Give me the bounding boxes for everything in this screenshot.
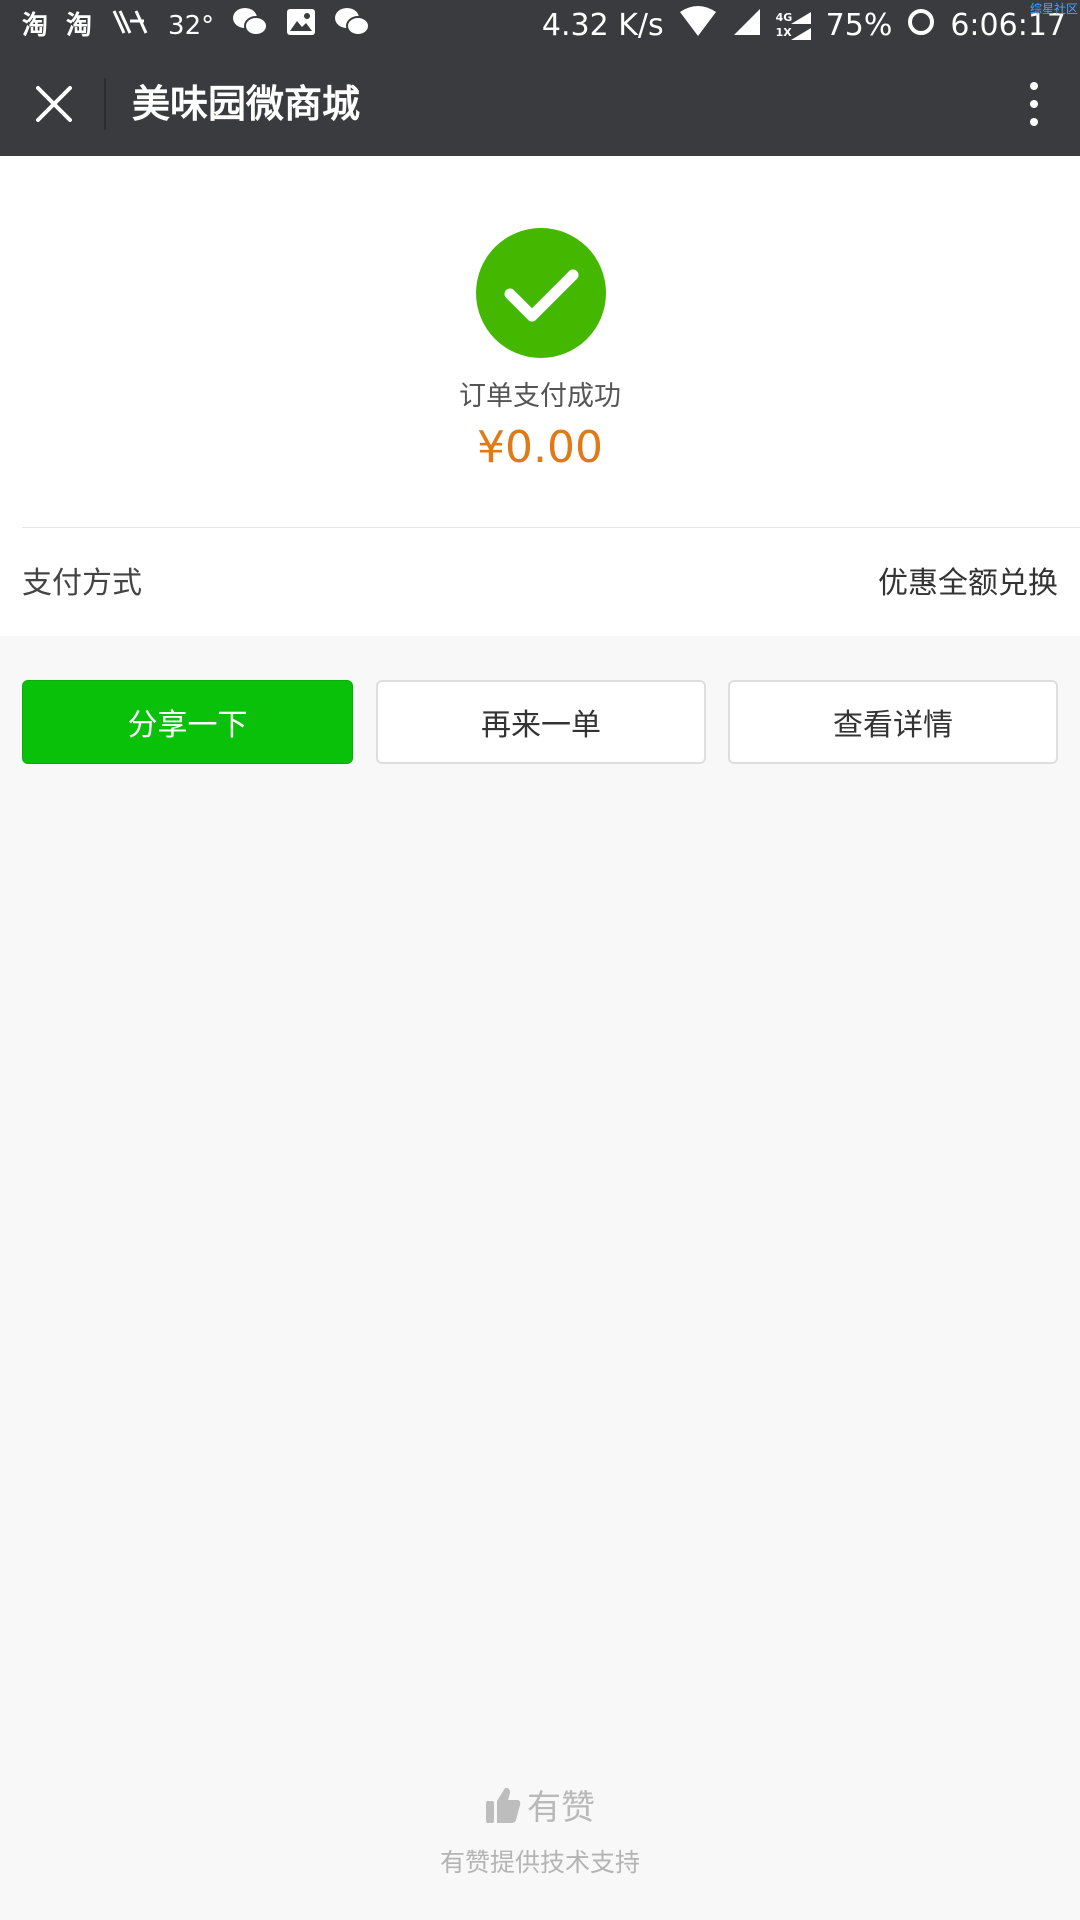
wifi-icon (678, 6, 718, 46)
wechat-icon (232, 7, 269, 45)
taobao-icon: 淘 (22, 11, 49, 41)
payment-method-label: 支付方式 (22, 566, 142, 601)
footer-brand-name: 有赞 (527, 1788, 595, 1828)
footer-brand[interactable]: 有赞 (0, 1780, 1080, 1829)
page-title: 美味园微商城 (132, 82, 361, 126)
order-result-panel: 订单支付成功 ¥0.00 支付方式 优惠全额兑换 (0, 156, 1080, 636)
title-bar: 美味园微商城 (0, 52, 1080, 156)
close-button[interactable] (28, 78, 80, 130)
status-bar: 淘 淘 32° 4.32 K/s 4G 1X 75% 6:06:17 综星社区 (0, 0, 1080, 52)
order-status-text: 订单支付成功 (459, 381, 621, 412)
taobao-icon: 淘 (66, 11, 93, 41)
payment-method-value: 优惠全额兑换 (878, 566, 1058, 601)
loading-icon (906, 7, 936, 45)
divider (22, 527, 1080, 528)
share-button[interactable]: 分享一下 (22, 680, 353, 764)
close-icon (36, 86, 72, 122)
status-bar-left: 淘 淘 32° (22, 0, 371, 52)
watermark: 综星社区 (1029, 2, 1078, 16)
image-icon (286, 8, 316, 44)
check-circle-icon (476, 228, 606, 358)
signal-icon (732, 7, 762, 45)
more-options-button[interactable] (1014, 78, 1054, 130)
thumbs-up-icon (486, 1787, 521, 1823)
network-speed: 4.32 K/s (541, 8, 664, 43)
battery-percent: 75% (825, 8, 893, 43)
temperature-text: 32° (168, 11, 215, 41)
order-amount: ¥0.00 (477, 422, 603, 473)
view-details-button[interactable]: 查看详情 (728, 680, 1058, 764)
reorder-button[interactable]: 再来一单 (376, 680, 706, 764)
title-divider (104, 78, 106, 130)
signal-icon: 4G 1X (776, 10, 812, 42)
status-bar-right: 4.32 K/s 4G 1X 75% 6:06:17 (542, 0, 1066, 52)
wechat-icon (334, 7, 371, 45)
weather-icon (110, 7, 150, 45)
footer-support-text: 有赞提供技术支持 (439, 1848, 640, 1877)
more-vertical-icon (1030, 82, 1038, 126)
